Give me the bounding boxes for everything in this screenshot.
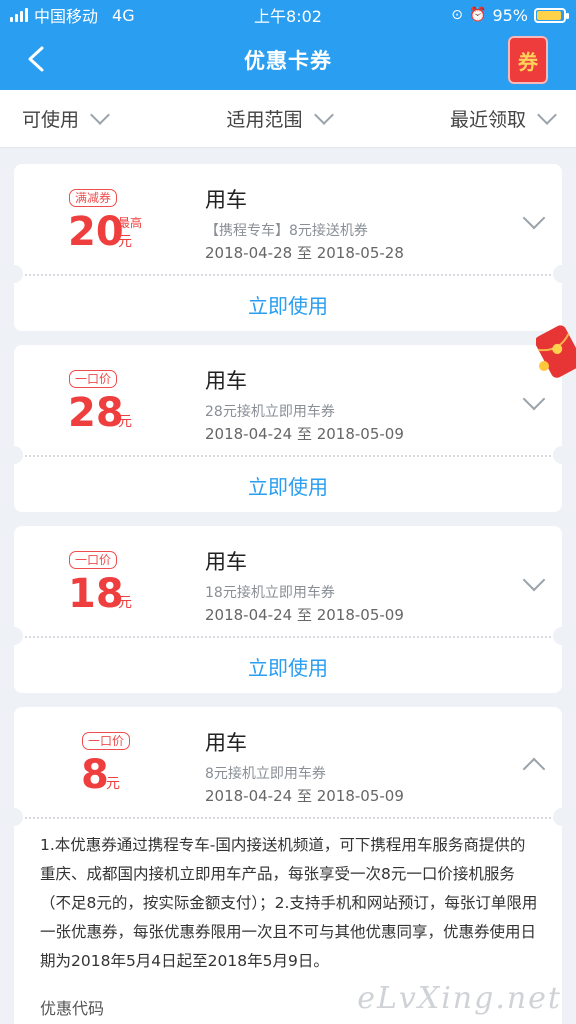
- chevron-down-icon: [313, 104, 334, 125]
- header: 优惠卡券 券: [0, 30, 576, 90]
- coupon-type-tag: 满减券: [69, 189, 118, 207]
- filter-scope[interactable]: 适用范围: [226, 104, 334, 132]
- carrier-name: 中国移动: [34, 7, 99, 26]
- coupon-title: 用车: [205, 550, 247, 574]
- coupon-type-tag: 一口价: [82, 732, 131, 750]
- chevron-down-icon[interactable]: [522, 568, 546, 592]
- coupon-code-label: 优惠代码: [40, 999, 105, 1018]
- coupon-title: 用车: [205, 369, 247, 393]
- coupon-card: 一口价 18 元 用车 18元接机立即用车券 2018-04-24 至 2018…: [14, 526, 562, 693]
- chevron-up-icon[interactable]: [522, 757, 546, 781]
- chevron-down-icon: [90, 104, 110, 125]
- coupon-desc: 8元接机立即用车券: [205, 766, 326, 782]
- coupon-title: 用车: [205, 731, 247, 755]
- coupon-icon-text: 券: [518, 49, 538, 74]
- coupon-unit: 元: [106, 776, 120, 792]
- coupon-amount: 28: [68, 390, 124, 436]
- filter-label: 最近领取: [449, 109, 526, 131]
- coupon-type-tag: 一口价: [69, 551, 118, 569]
- coupon-card-expanded: 一口价 8 元 用车 8元接机立即用车券 2018-04-24 至 2018-0…: [14, 707, 562, 1024]
- use-now-button[interactable]: 立即使用: [14, 457, 562, 512]
- watermark: eLvXing.net: [357, 981, 562, 1016]
- filter-availability[interactable]: 可使用: [22, 104, 110, 132]
- coupon-card: 满减券 20 最高 元 用车 【携程专车】8元接送机券 2018-04-28 至…: [14, 164, 562, 331]
- top-bar: 中国移动 4G 上午8:02 ⊙ ⏰ 95% 优惠卡券 券: [0, 0, 576, 90]
- coupon-date: 2018-04-28 至 2018-05-28: [205, 244, 404, 262]
- use-now-button[interactable]: 立即使用: [14, 276, 562, 331]
- back-arrow-icon[interactable]: [26, 46, 48, 72]
- red-envelope-icon[interactable]: [536, 320, 576, 386]
- chevron-down-icon: [537, 104, 557, 125]
- filter-label: 适用范围: [226, 109, 303, 131]
- coupon-max-label: 最高: [118, 216, 143, 230]
- alarm-icon: ⏰: [469, 7, 487, 23]
- coupon-desc: 18元接机立即用车券: [205, 585, 335, 601]
- coupon-date: 2018-04-24 至 2018-05-09: [205, 606, 404, 624]
- coupon-amount: 18: [68, 571, 124, 617]
- coupon-card: 一口价 28 元 用车 28元接机立即用车券 2018-04-24 至 2018…: [14, 345, 562, 512]
- chevron-down-icon[interactable]: [522, 206, 546, 230]
- signal-icon: [10, 8, 28, 22]
- battery-percent: 95%: [492, 5, 528, 25]
- coupon-icon[interactable]: 券: [508, 36, 548, 84]
- coupon-unit: 元: [118, 414, 132, 430]
- coupon-unit: 元: [118, 595, 132, 611]
- status-time: 上午8:02: [254, 7, 322, 26]
- battery-icon: [534, 7, 569, 23]
- coupon-desc: 【携程专车】8元接送机券: [205, 223, 368, 239]
- coupon-amount: 20: [68, 209, 124, 255]
- use-now-button[interactable]: 立即使用: [14, 638, 562, 693]
- coupon-type-tag: 一口价: [69, 370, 118, 388]
- coupon-unit: 元: [118, 234, 132, 250]
- filter-bar: 可使用 适用范围 最近领取: [0, 90, 576, 148]
- coupon-amount: 8: [81, 752, 109, 798]
- coupon-detail-text: 1.本优惠券通过携程专车-国内接送机频道，可下携程用车服务商提供的重庆、成都国内…: [40, 836, 538, 970]
- chevron-down-icon[interactable]: [522, 387, 546, 411]
- network-type: 4G: [112, 5, 135, 25]
- coupon-desc: 28元接机立即用车券: [205, 404, 335, 420]
- rotation-lock-icon: ⊙: [451, 7, 463, 23]
- coupon-date: 2018-04-24 至 2018-05-09: [205, 425, 404, 443]
- coupon-title: 用车: [205, 188, 247, 212]
- filter-label: 可使用: [22, 109, 80, 131]
- status-bar: 中国移动 4G 上午8:02 ⊙ ⏰ 95%: [0, 0, 576, 30]
- coupon-date: 2018-04-24 至 2018-05-09: [205, 787, 404, 805]
- filter-sort[interactable]: 最近领取: [449, 104, 557, 132]
- divider: [14, 817, 562, 819]
- page-title: 优惠卡券: [244, 49, 332, 73]
